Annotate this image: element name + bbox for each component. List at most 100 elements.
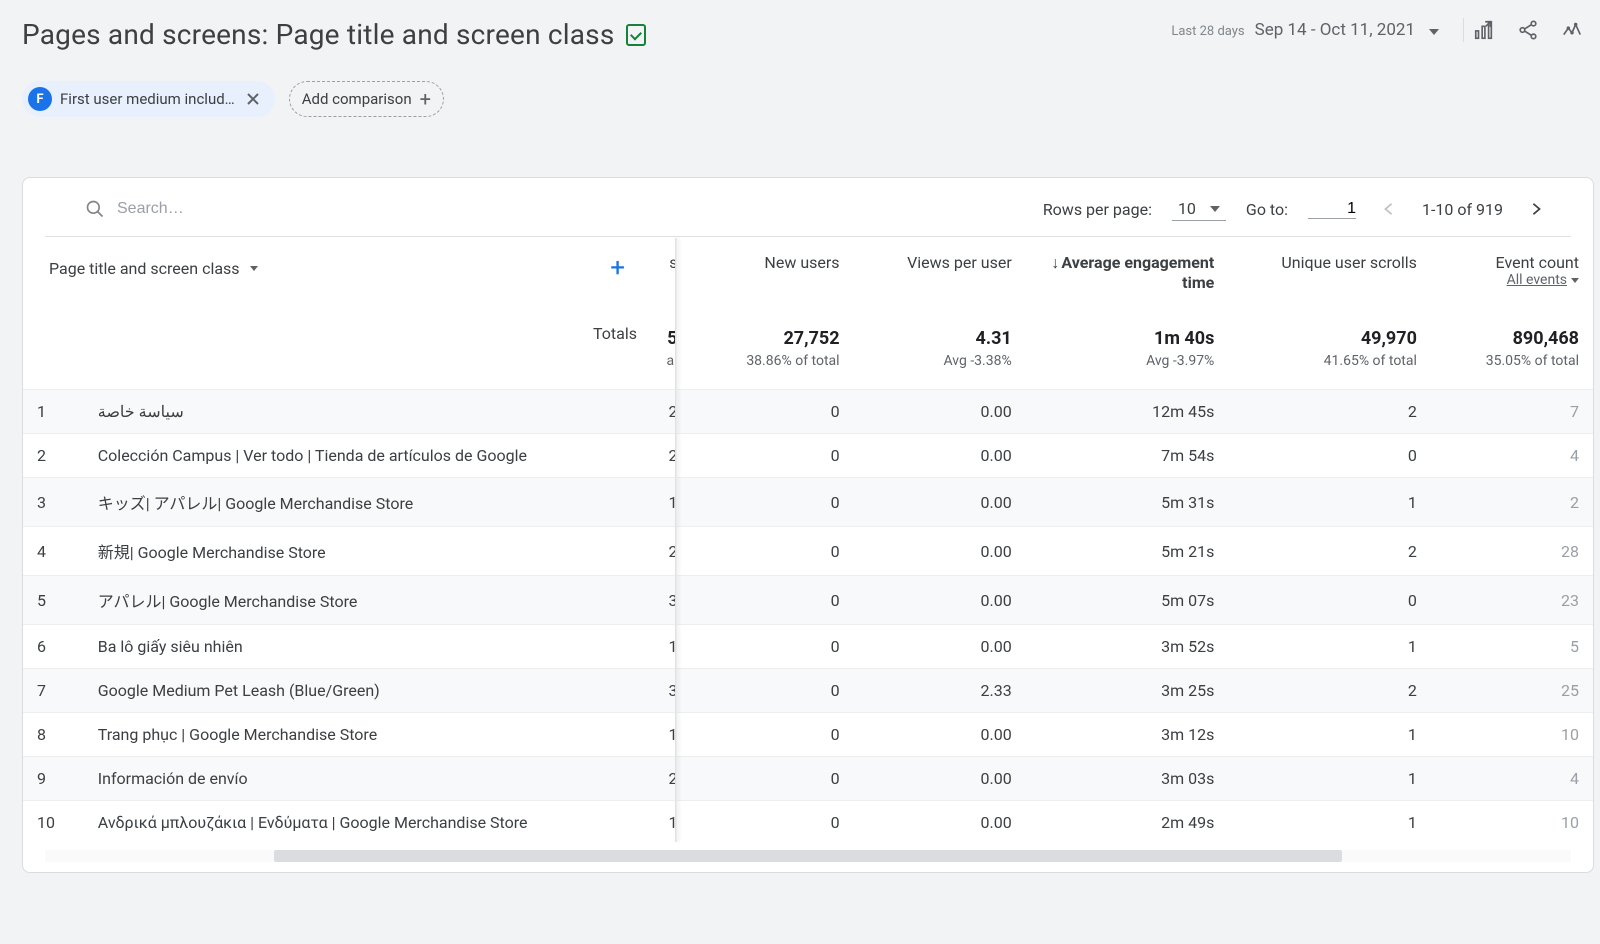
insights-icon[interactable] <box>1560 18 1584 42</box>
row-avg-engagement: 5m 21s <box>1026 527 1229 576</box>
next-page-button[interactable] <box>1523 196 1549 222</box>
comparison-chips: F First user medium includ… Add comparis… <box>22 81 1594 117</box>
col-cut[interactable]: s <box>651 237 692 308</box>
col-views-per-user[interactable]: Views per user <box>854 237 1026 308</box>
totals-new-users: 27,752 <box>706 328 840 349</box>
page-title: Pages and screens: Page title and screen… <box>22 18 614 51</box>
table-row[interactable]: 8Trang phục | Google Merchandise Store10… <box>23 713 1593 757</box>
totals-views-per-user: 4.31 <box>868 328 1012 349</box>
row-index: 9 <box>23 757 84 801</box>
row-new-users: 0 <box>692 625 854 669</box>
close-icon[interactable] <box>243 89 263 109</box>
rows-per-page-value: 10 <box>1178 199 1196 218</box>
row-avg-engagement: 5m 31s <box>1026 478 1229 527</box>
table-row[interactable]: 3キッズ| アパレル| Google Merchandise Store100.… <box>23 478 1593 527</box>
rows-per-page-select[interactable]: 10 <box>1172 197 1226 221</box>
row-index: 4 <box>23 527 84 576</box>
row-avg-engagement: 12m 45s <box>1026 390 1229 434</box>
table-row[interactable]: 4新規| Google Merchandise Store200.005m 21… <box>23 527 1593 576</box>
table-row[interactable]: 6Ba lô giấy siêu nhiên100.003m 52s15 <box>23 625 1593 669</box>
document-check-icon[interactable] <box>626 24 646 46</box>
row-page-title: سياسة خاصة <box>84 390 651 434</box>
table-row[interactable]: 9Información de envío200.003m 03s14 <box>23 757 1593 801</box>
header-left: Pages and screens: Page title and screen… <box>22 18 646 51</box>
row-cut: 1 <box>651 625 692 669</box>
row-page-title: Trang phục | Google Merchandise Store <box>84 713 651 757</box>
chevron-down-icon <box>1571 278 1579 283</box>
col-new-users[interactable]: New users <box>692 237 854 308</box>
table-row[interactable]: 10 Ανδρικά μπλουζάκια | Ενδύματα | Google… <box>23 801 1593 845</box>
row-cut: 2 <box>651 390 692 434</box>
row-cut: 2 <box>651 527 692 576</box>
row-index: 6 <box>23 625 84 669</box>
horizontal-scrollbar[interactable] <box>45 850 1571 862</box>
row-unique-scrolls: 1 <box>1228 713 1431 757</box>
totals-event-count: 890,468 <box>1445 328 1579 349</box>
row-views-per-user: 0.00 <box>854 434 1026 478</box>
add-comparison-label: Add comparison <box>302 90 412 108</box>
event-filter-select[interactable]: All events <box>1445 272 1579 288</box>
row-unique-scrolls: 0 <box>1228 576 1431 625</box>
col-event-count[interactable]: Event count All events <box>1431 237 1593 308</box>
rows-per-page-label: Rows per page: <box>1043 200 1152 219</box>
chevron-down-icon <box>1210 206 1220 212</box>
table-row[interactable]: 1سياسة خاصة200.0012m 45s27 <box>23 390 1593 434</box>
page-range-text: 1-10 of 919 <box>1422 200 1503 219</box>
row-event-count: 10 <box>1431 801 1593 845</box>
row-page-title: Ανδρικά μπλουζάκια | Ενδύματα | Google M… <box>84 801 651 845</box>
add-dimension-button[interactable]: + <box>610 253 637 283</box>
prev-page-button[interactable] <box>1376 196 1402 222</box>
row-new-users: 0 <box>692 527 854 576</box>
table-row[interactable]: 7Google Medium Pet Leash (Blue/Green)302… <box>23 669 1593 713</box>
table-row[interactable]: 5アパレル| Google Merchandise Store300.005m … <box>23 576 1593 625</box>
share-icon[interactable] <box>1516 18 1540 42</box>
col-unique-scrolls[interactable]: Unique user scrolls <box>1228 237 1431 308</box>
row-views-per-user: 0.00 <box>854 713 1026 757</box>
filter-chip[interactable]: F First user medium includ… <box>22 81 275 117</box>
row-page-title: キッズ| アパレル| Google Merchandise Store <box>84 478 651 527</box>
row-cut: 1 <box>651 713 692 757</box>
row-avg-engagement: 3m 25s <box>1026 669 1229 713</box>
row-event-count: 4 <box>1431 434 1593 478</box>
dimension-selector[interactable]: Page title and screen class <box>49 259 258 278</box>
header-right: Last 28 days Sep 14 - Oct 11, 2021 <box>1171 18 1584 42</box>
date-range-picker[interactable]: Last 28 days Sep 14 - Oct 11, 2021 <box>1171 20 1439 40</box>
row-event-count: 23 <box>1431 576 1593 625</box>
row-event-count: 10 <box>1431 713 1593 757</box>
row-cut: 2 <box>651 434 692 478</box>
row-unique-scrolls: 1 <box>1228 801 1431 845</box>
row-avg-engagement: 5m 07s <box>1026 576 1229 625</box>
date-range-label: Last 28 days <box>1171 24 1244 39</box>
page-header: Pages and screens: Page title and screen… <box>22 18 1594 51</box>
row-unique-scrolls: 1 <box>1228 757 1431 801</box>
goto-input[interactable] <box>1308 200 1356 219</box>
report-card: Rows per page: 10 Go to: 1-10 of 919 <box>22 177 1594 873</box>
row-event-count: 4 <box>1431 757 1593 801</box>
totals-label: Totals <box>84 308 651 390</box>
row-new-users: 0 <box>692 757 854 801</box>
col-avg-engagement[interactable]: ↓Average engagement time <box>1026 237 1229 308</box>
row-page-title: Información de envío <box>84 757 651 801</box>
row-new-users: 0 <box>692 390 854 434</box>
add-comparison-button[interactable]: Add comparison + <box>289 81 444 117</box>
customize-report-icon[interactable] <box>1472 18 1496 42</box>
row-new-users: 0 <box>692 434 854 478</box>
table-row[interactable]: 2Colección Campus | Ver todo | Tienda de… <box>23 434 1593 478</box>
search-input[interactable] <box>117 200 377 218</box>
row-cut: 1 <box>651 478 692 527</box>
row-avg-engagement: 2m 49s <box>1026 801 1229 845</box>
search-wrap <box>85 199 377 219</box>
header-action-icons <box>1463 18 1584 42</box>
row-index: 2 <box>23 434 84 478</box>
row-views-per-user: 0.00 <box>854 527 1026 576</box>
row-index: 5 <box>23 576 84 625</box>
chevron-down-icon <box>250 266 258 271</box>
row-page-title: Google Medium Pet Leash (Blue/Green) <box>84 669 651 713</box>
row-event-count: 25 <box>1431 669 1593 713</box>
row-index: 8 <box>23 713 84 757</box>
row-views-per-user: 0.00 <box>854 576 1026 625</box>
row-avg-engagement: 3m 12s <box>1026 713 1229 757</box>
table-toolbar: Rows per page: 10 Go to: 1-10 of 919 <box>45 178 1571 237</box>
row-index: 1 <box>23 390 84 434</box>
filter-chip-label: First user medium includ… <box>60 90 235 108</box>
